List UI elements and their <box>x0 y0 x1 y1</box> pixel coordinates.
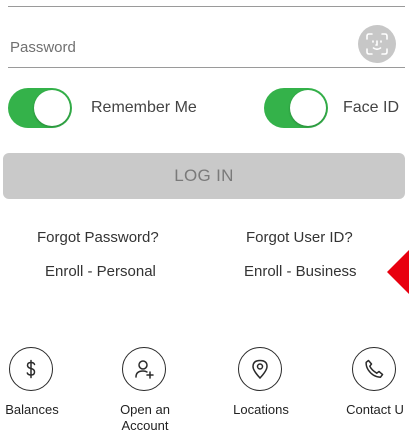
dollar-icon <box>9 347 53 391</box>
quick-action-contact[interactable]: Contact U <box>330 347 409 437</box>
red-pointer-arrow <box>387 248 409 296</box>
quick-action-balances[interactable]: Balances <box>0 347 77 437</box>
forgot-password-link[interactable]: Forgot Password? <box>37 229 159 246</box>
face-id-toggle[interactable] <box>264 88 328 128</box>
enroll-personal-link[interactable]: Enroll - Personal <box>45 263 156 280</box>
quick-action-label: Contact U <box>346 402 404 417</box>
location-pin-icon <box>238 347 282 391</box>
quick-action-label: Locations <box>233 402 289 417</box>
face-id-button[interactable] <box>358 25 396 63</box>
forgot-user-id-link[interactable]: Forgot User ID? <box>246 229 353 246</box>
enroll-business-link[interactable]: Enroll - Business <box>244 263 357 280</box>
remember-me-toggle[interactable] <box>8 88 72 128</box>
quick-action-label: Balances <box>5 402 59 417</box>
toggle-knob <box>290 90 326 126</box>
quick-action-label: Open an Account <box>120 402 170 433</box>
toggle-knob <box>34 90 70 126</box>
password-placeholder: Password <box>10 39 76 56</box>
login-button[interactable]: LOG IN <box>3 153 405 199</box>
face-id-label: Face ID <box>343 99 400 116</box>
username-field-underline[interactable] <box>8 6 405 7</box>
remember-me-label: Remember Me <box>91 99 197 116</box>
password-field[interactable]: Password <box>8 25 405 68</box>
quick-action-open-account[interactable]: Open an Account <box>100 347 190 437</box>
quick-action-locations[interactable]: Locations <box>216 347 306 437</box>
add-user-icon <box>122 347 166 391</box>
phone-icon <box>352 347 396 391</box>
face-scan-icon <box>366 33 388 55</box>
